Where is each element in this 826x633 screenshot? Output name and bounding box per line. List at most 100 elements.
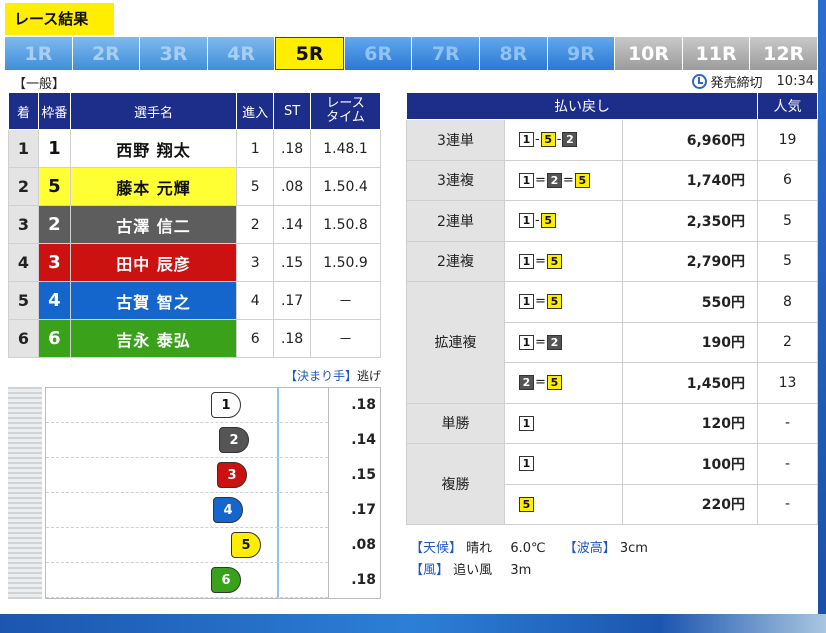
boat-st-value: .08 (351, 537, 376, 553)
boat-chip: 5 (546, 375, 562, 391)
boat-chip: 5 (519, 496, 534, 512)
tab-10r[interactable]: 10R (615, 37, 682, 70)
header-st: ST (273, 92, 312, 130)
racer-name[interactable]: 古賀 智之 (69, 281, 238, 320)
race-time: 1.50.4 (310, 167, 381, 206)
boat-chip: 1 (519, 334, 534, 350)
combo-separator: = (562, 172, 574, 188)
tab-12r[interactable]: 12R (750, 37, 817, 70)
frame-number: 1 (37, 129, 71, 168)
race-grade: 【一般】 (13, 77, 66, 92)
lane-side-pattern (8, 387, 42, 599)
payout-amount: 1,740円 (622, 159, 758, 201)
entry-course: 1 (236, 129, 275, 168)
payout-row: 単勝 1 120円 - (406, 402, 818, 444)
boat-chip: 2 (519, 375, 534, 391)
finish-position: 4 (8, 243, 39, 282)
payout-row: 2連単 1-5 2,350円 5 (406, 200, 818, 242)
results-table: 着 枠番 選手名 進入 ST レース タイム 1 1 西野 翔太 1.18 1.48.1… (8, 92, 381, 358)
lane-row (46, 528, 328, 563)
entry-course: 6 (236, 319, 275, 358)
payout-amount: 2,790円 (622, 240, 758, 282)
bet-type: 複勝 (406, 443, 505, 525)
boat-st-value: .18 (351, 572, 376, 588)
tab-4r[interactable]: 4R (207, 37, 275, 70)
clock-icon (691, 74, 707, 89)
payout-amount: 1,450円 (622, 362, 758, 404)
tab-1r[interactable]: 1R (5, 37, 72, 70)
boat-st-value: .14 (351, 432, 376, 448)
boat-chip: 1 (519, 415, 534, 431)
result-row: 6 6 吉永 泰弘 6.18 － (8, 319, 381, 358)
frame-number: 2 (37, 205, 71, 244)
entry-course: 5 (236, 167, 275, 206)
boat-chip: 5 (546, 294, 562, 310)
tab-5r[interactable]: 5R (275, 37, 344, 70)
racer-name[interactable]: 吉永 泰弘 (69, 319, 238, 358)
boat-6-icon: 6 (211, 567, 241, 593)
boat-st-value: .15 (351, 467, 376, 483)
payout-amount: 190円 (622, 321, 758, 363)
popularity: 13 (757, 362, 818, 404)
race-time: 1.50.8 (310, 205, 381, 244)
popularity: - (757, 483, 818, 525)
tab-6r[interactable]: 6R (344, 37, 412, 70)
boat-chip: 1 (519, 172, 534, 188)
boat-2-icon: 2 (219, 427, 249, 453)
boat-5-icon: 5 (231, 532, 261, 558)
deadline-info: 発売締切 10:34 (691, 72, 814, 91)
start-timing: .18 (273, 319, 312, 358)
racer-name[interactable]: 西野 翔太 (69, 129, 238, 168)
right-border (818, 0, 826, 633)
racer-name[interactable]: 藤本 元輝 (69, 167, 238, 206)
popularity: - (757, 443, 818, 485)
payout-table: 払い戻し 人気 3連単 1-5-2 6,960円 19 3連複 1 = 2 = 5 1,740円 6 2… (406, 92, 818, 525)
tab-3r[interactable]: 3R (140, 37, 207, 70)
payout-amount: 6,960円 (622, 119, 758, 161)
payout-row: 3連単 1-5-2 6,960円 19 (406, 119, 818, 161)
boat-chip: 5 (574, 172, 590, 188)
wave-label: 【波高】 (563, 541, 616, 556)
boat-chip: 5 (546, 253, 562, 269)
temperature: 6.0℃ (510, 541, 546, 556)
boat-chip: 2 (562, 132, 578, 148)
frame-number: 5 (37, 167, 71, 206)
racer-name[interactable]: 田中 辰彦 (69, 243, 238, 282)
tab-9r[interactable]: 9R (547, 37, 615, 70)
boat-st-value: .18 (351, 397, 376, 413)
combination: 1-5-2 (504, 119, 623, 161)
payout-row: 複勝 1 100円 - (406, 443, 818, 525)
kimarite: 【決まり手】逃げ (285, 367, 381, 384)
wind-label: 【風】 (410, 563, 450, 578)
lane-row (46, 388, 328, 423)
header-pos: 着 (8, 92, 39, 130)
start-timing: .18 (273, 129, 312, 168)
racer-name[interactable]: 古澤 信二 (69, 205, 238, 244)
payout-row: 2連複 1 = 5 2,790円 5 (406, 240, 818, 282)
boat-3-icon: 3 (217, 462, 247, 488)
finish-position: 6 (8, 319, 39, 358)
payout-amount: 2,350円 (622, 200, 758, 242)
combo-separator: = (535, 172, 546, 188)
frame-number: 6 (37, 319, 71, 358)
boat-1-icon: 1 (211, 392, 241, 418)
finish-position: 5 (8, 281, 39, 320)
header-payout: 払い戻し (406, 92, 758, 120)
payout-amount: 220円 (622, 483, 758, 525)
result-row: 2 5 藤本 元輝 5.08 1.50.4 (8, 167, 381, 206)
boat-chip: 1 (519, 132, 534, 148)
bet-type: 3連複 (406, 159, 505, 201)
header-race-time: レース タイム (310, 92, 381, 130)
tab-7r[interactable]: 7R (412, 37, 480, 70)
tab-2r[interactable]: 2R (72, 37, 140, 70)
combo-separator: - (535, 213, 540, 229)
tab-11r[interactable]: 11R (682, 37, 750, 70)
boat-chip: 1 (519, 213, 534, 229)
tab-8r[interactable]: 8R (480, 37, 547, 70)
start-timing: .17 (273, 281, 312, 320)
start-timing-panel: 【決まり手】逃げ 1 .18 2 .14 3 .15 4 .17 5 .08 6 .18 (8, 365, 381, 600)
popularity: 6 (757, 159, 818, 201)
header-name: 選手名 (69, 92, 238, 130)
lane-row (46, 458, 328, 493)
boat-st-value: .17 (351, 502, 376, 518)
